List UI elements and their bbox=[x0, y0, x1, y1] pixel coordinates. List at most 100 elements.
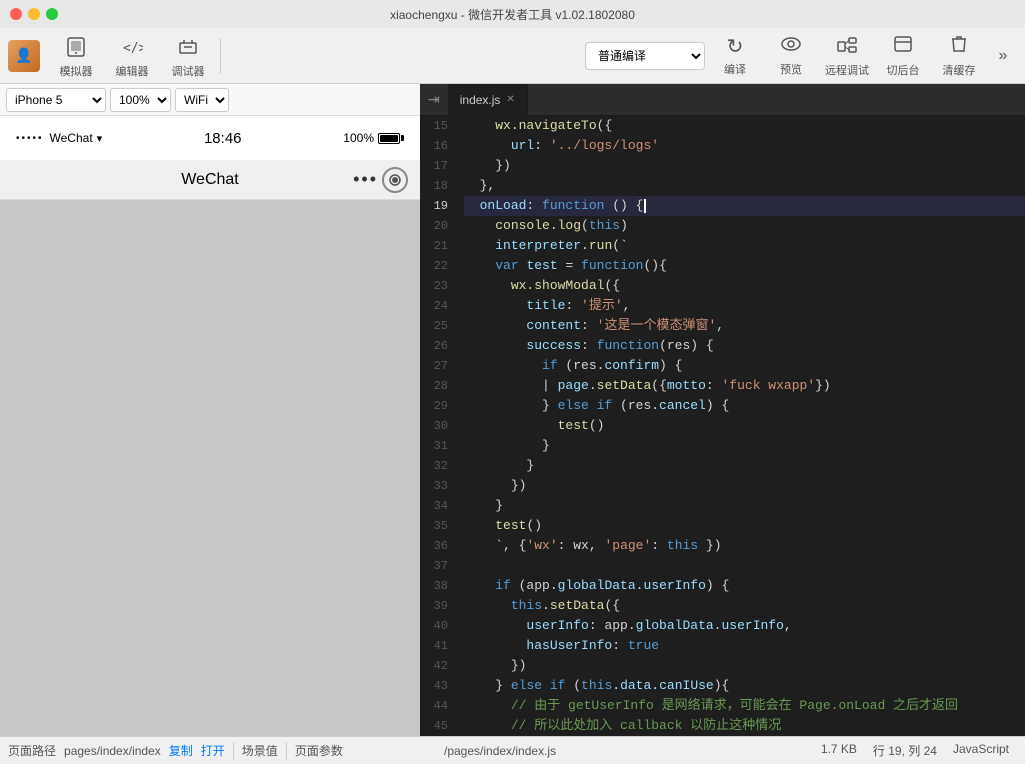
battery-icon bbox=[378, 133, 404, 144]
clear-cache-button[interactable]: 清缓存 bbox=[933, 32, 985, 80]
scene-label[interactable]: 场景值 bbox=[242, 742, 278, 759]
line-num-15: 15 bbox=[428, 116, 448, 136]
line-num-42: 42 bbox=[428, 656, 448, 676]
editor-panel: ⇥ index.js ✕ 15 16 17 18 19 20 21 22 23 … bbox=[420, 84, 1025, 736]
line-num-17: 17 bbox=[428, 156, 448, 176]
code-line-19: onLoad: function () { bbox=[464, 196, 1025, 216]
minimize-window-button[interactable] bbox=[28, 8, 40, 20]
line-num-27: 27 bbox=[428, 356, 448, 376]
code-line-32: } bbox=[464, 456, 1025, 476]
preview-label: 预览 bbox=[780, 61, 802, 77]
wifi-icon: ▾ bbox=[97, 132, 103, 145]
maximize-window-button[interactable] bbox=[46, 8, 58, 20]
bottom-status-bar: 页面路径 pages/index/index 复制 打开 场景值 页面参数 /p… bbox=[0, 736, 1025, 764]
line-num-33: 33 bbox=[428, 476, 448, 496]
code-line-17: }) bbox=[464, 156, 1025, 176]
line-num-36: 36 bbox=[428, 536, 448, 556]
file-path: /pages/index/index.js bbox=[444, 744, 556, 758]
nav-circle-button[interactable] bbox=[382, 167, 408, 193]
compile-icon: ↻ bbox=[727, 34, 744, 59]
main-toolbar: 👤 模拟器 </> 编辑器 调试器 bbox=[0, 28, 1025, 84]
code-line-15: wx.navigateTo({ bbox=[464, 116, 1025, 136]
language-label: JavaScript bbox=[953, 742, 1009, 759]
code-line-43: } else if (this.data.canIUse){ bbox=[464, 676, 1025, 696]
line-num-43: 43 bbox=[428, 676, 448, 696]
line-num-23: 23 bbox=[428, 276, 448, 296]
code-line-27: if (res.confirm) { bbox=[464, 356, 1025, 376]
more-button[interactable]: » bbox=[989, 32, 1017, 80]
line-num-24: 24 bbox=[428, 296, 448, 316]
clear-cache-icon bbox=[950, 34, 968, 60]
toolbar-separator-1 bbox=[220, 38, 221, 74]
line-num-30: 30 bbox=[428, 416, 448, 436]
line-num-28: 28 bbox=[428, 376, 448, 396]
debugger-button[interactable]: 调试器 bbox=[160, 32, 216, 80]
scale-select[interactable]: 100% 75% 50% bbox=[110, 88, 171, 112]
remote-debug-button[interactable]: 远程调试 bbox=[821, 32, 873, 80]
page-params-label[interactable]: 页面参数 bbox=[295, 742, 343, 759]
svg-text:</>: </> bbox=[123, 41, 143, 56]
copy-button[interactable]: 复制 bbox=[169, 742, 193, 759]
status-left: ••••• WeChat ▾ bbox=[16, 131, 102, 145]
signal-dots: ••••• bbox=[16, 133, 44, 144]
code-line-42: }) bbox=[464, 656, 1025, 676]
remote-debug-icon bbox=[836, 34, 858, 60]
nav-more-buttons: ••• bbox=[353, 167, 408, 193]
tab-index-js[interactable]: index.js ✕ bbox=[448, 84, 528, 116]
network-select[interactable]: WiFi 4G 3G bbox=[175, 88, 229, 112]
line-num-20: 20 bbox=[428, 216, 448, 236]
code-line-38: if (app.globalData.userInfo) { bbox=[464, 576, 1025, 596]
line-num-21: 21 bbox=[428, 236, 448, 256]
code-line-22: var test = function(){ bbox=[464, 256, 1025, 276]
code-line-30: test() bbox=[464, 416, 1025, 436]
line-num-37: 37 bbox=[428, 556, 448, 576]
code-lines[interactable]: wx.navigateTo({ url: '../logs/logs' }) }… bbox=[456, 116, 1025, 736]
titlebar: xiaochengxu - 微信开发者工具 v1.02.1802080 bbox=[0, 0, 1025, 28]
line-num-35: 35 bbox=[428, 516, 448, 536]
line-num-44: 44 bbox=[428, 696, 448, 716]
bottom-right: /pages/index/index.js 1.7 KB 行 19, 列 24 … bbox=[436, 742, 1017, 759]
code-line-29: } else if (res.cancel) { bbox=[464, 396, 1025, 416]
phone-screen: ••••• WeChat ▾ 18:46 100% WeC bbox=[0, 116, 420, 736]
line-num-29: 29 bbox=[428, 396, 448, 416]
code-line-26: success: function(res) { bbox=[464, 336, 1025, 356]
preview-icon bbox=[780, 35, 802, 59]
device-select[interactable]: iPhone 5 iPhone 6 iPhone X bbox=[6, 88, 106, 112]
clear-cache-label: 清缓存 bbox=[943, 62, 976, 78]
tab-close-button[interactable]: ✕ bbox=[506, 94, 514, 105]
code-area[interactable]: 15 16 17 18 19 20 21 22 23 24 25 26 27 2… bbox=[420, 116, 1025, 736]
battery-percentage: 100% bbox=[343, 131, 374, 145]
switch-backend-label: 切后台 bbox=[887, 62, 920, 78]
code-line-18: }, bbox=[464, 176, 1025, 196]
line-num-39: 39 bbox=[428, 596, 448, 616]
code-line-37 bbox=[464, 556, 1025, 576]
nav-dots: ••• bbox=[353, 169, 378, 190]
code-line-23: wx.showModal({ bbox=[464, 276, 1025, 296]
nav-bar: WeChat ••• bbox=[0, 160, 420, 200]
editor-button[interactable]: </> 编辑器 bbox=[104, 32, 160, 80]
line-num-32: 32 bbox=[428, 456, 448, 476]
cursor-position: 行 19, 列 24 bbox=[873, 742, 937, 759]
main-content: iPhone 5 iPhone 6 iPhone X 100% 75% 50% … bbox=[0, 84, 1025, 736]
debugger-icon bbox=[174, 33, 202, 61]
line-num-18: 18 bbox=[428, 176, 448, 196]
line-num-26: 26 bbox=[428, 336, 448, 356]
code-line-31: } bbox=[464, 436, 1025, 456]
compile-select[interactable]: 普通编译 自定义编译 bbox=[585, 42, 705, 70]
editor-icon: </> bbox=[118, 33, 146, 61]
simulator-button[interactable]: 模拟器 bbox=[48, 32, 104, 80]
carrier-name: WeChat bbox=[50, 131, 93, 145]
code-line-45: // 所以此处加入 callback 以防止这种情况 bbox=[464, 716, 1025, 736]
switch-backend-button[interactable]: 切后台 bbox=[877, 32, 929, 80]
preview-button[interactable]: 预览 bbox=[765, 32, 817, 80]
compile-button[interactable]: ↻ 编译 bbox=[709, 32, 761, 80]
simulator-icon bbox=[62, 33, 90, 61]
open-button[interactable]: 打开 bbox=[201, 742, 225, 759]
device-toolbar: iPhone 5 iPhone 6 iPhone X 100% 75% 50% … bbox=[0, 84, 420, 116]
status-right: 100% bbox=[343, 131, 404, 145]
line-num-34: 34 bbox=[428, 496, 448, 516]
close-window-button[interactable] bbox=[10, 8, 22, 20]
editor-label: 编辑器 bbox=[116, 63, 149, 79]
code-line-25: content: '这是一个模态弹窗', bbox=[464, 316, 1025, 336]
status-bar: ••••• WeChat ▾ 18:46 100% bbox=[0, 116, 420, 160]
